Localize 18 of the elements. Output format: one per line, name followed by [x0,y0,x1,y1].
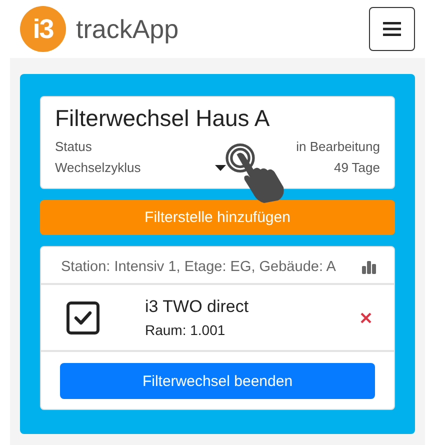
close-icon[interactable] [360,312,372,324]
caret-icon[interactable] [214,164,226,170]
task-title: Filterwechsel Haus A [55,105,271,132]
checkbox[interactable] [66,300,100,334]
field-value: 49 Tage [334,160,380,175]
station-header: Station: Intensiv 1, Etage: EG, Gebäude: A [61,259,336,275]
field-label: Status [55,139,93,154]
add-filter-button[interactable]: Filterstelle hinzufügen [40,200,395,235]
menu-icon [383,22,401,36]
menu-button[interactable] [369,7,415,51]
bar-chart-icon[interactable] [362,260,376,274]
field-value: in Bearbeitung [296,139,380,154]
finish-button[interactable]: Filterwechsel beenden [60,363,375,399]
filter-name: i3 TWO direct [145,297,250,317]
app-title: trackApp [76,14,179,44]
field-label: Wechselzyklus [55,160,142,175]
logo: i3 [20,6,66,52]
room-label: Raum: 1.001 [145,322,226,338]
